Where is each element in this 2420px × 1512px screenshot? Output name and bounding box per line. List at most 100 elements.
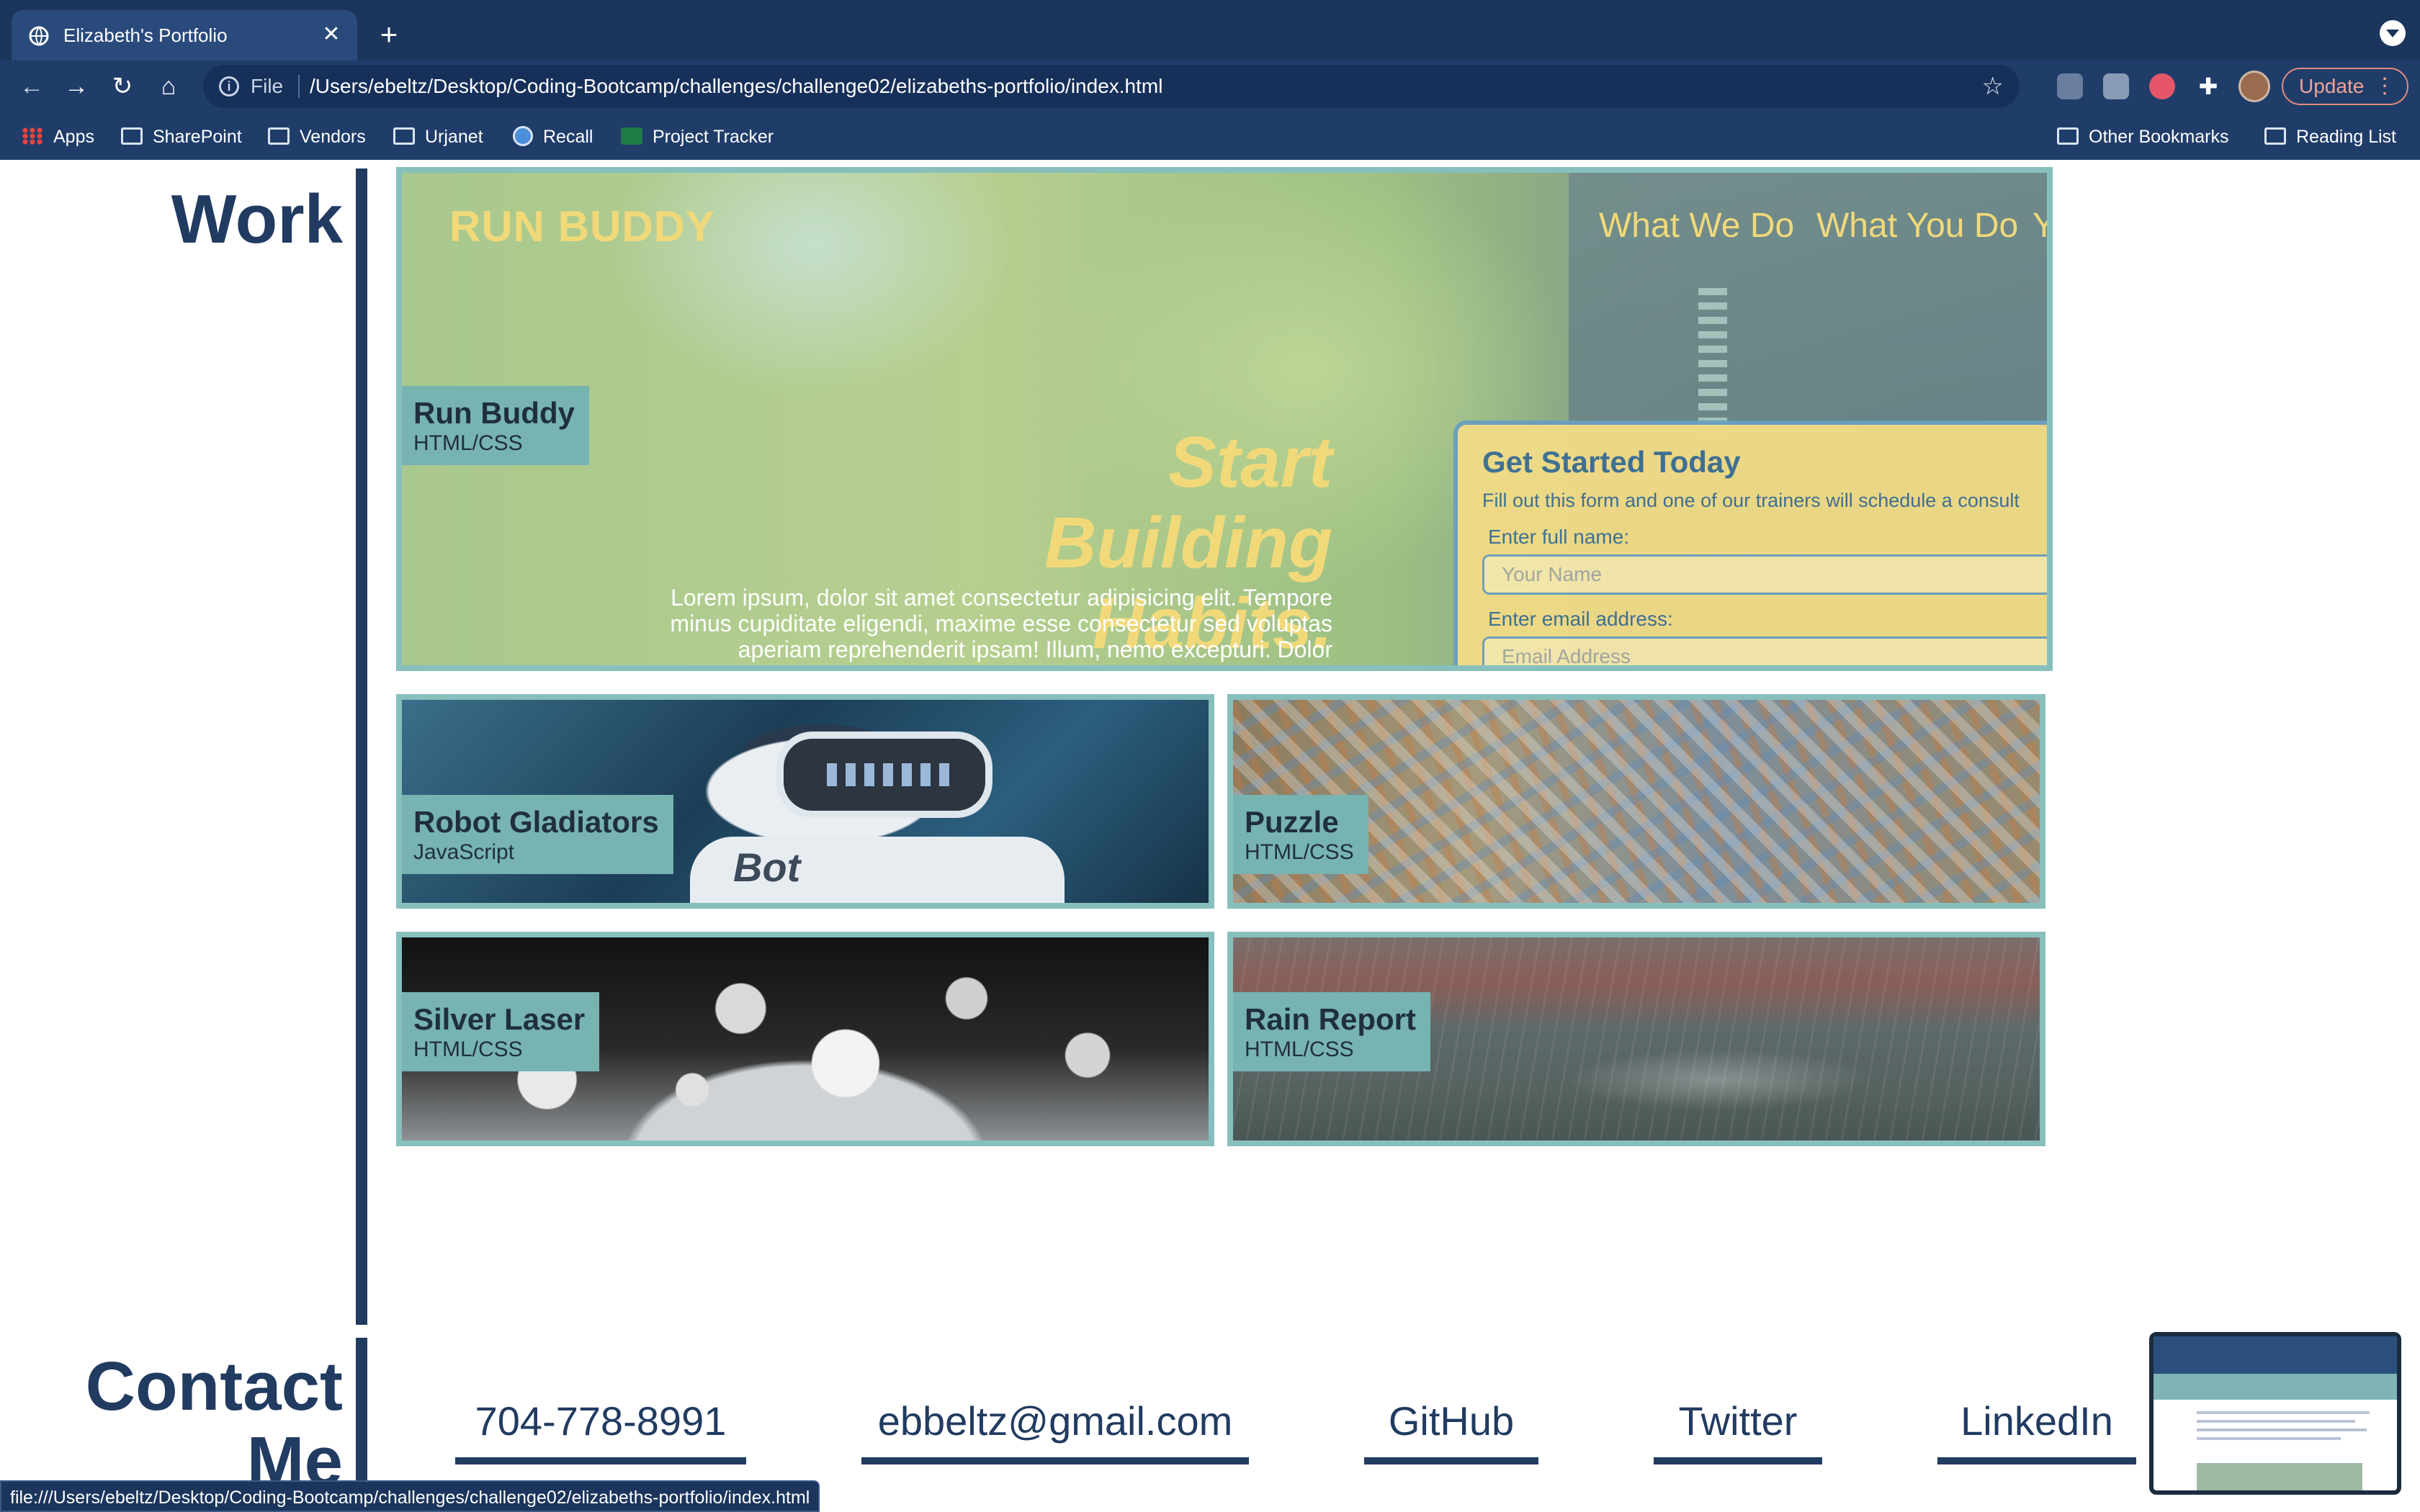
status-bar-url: file:///Users/ebeltz/Desktop/Coding-Boot… [0, 1480, 820, 1512]
project-tech: HTML/CSS [413, 1038, 523, 1061]
address-bar[interactable]: i File /Users/ebeltz/Desktop/Coding-Boot… [203, 65, 2020, 108]
excel-icon [621, 127, 642, 145]
bookmark-sharepoint[interactable]: SharePoint [121, 122, 242, 151]
portfolio-page: Work RUN BUDDY What We Do What You Do Y … [0, 160, 2420, 1512]
star-icon[interactable]: ☆ [1982, 72, 2004, 101]
recall-icon [513, 126, 533, 147]
bookmark-label: Urjanet [425, 127, 483, 147]
tab-title: Elizabeth's Portfolio [63, 24, 228, 46]
preview-name-label: Enter full name: [1488, 526, 1630, 548]
other-bookmarks[interactable]: Other Bookmarks [2057, 122, 2229, 151]
folder-icon [393, 127, 415, 145]
bookmark-recall[interactable]: Recall [513, 122, 593, 151]
close-icon[interactable]: ✕ [317, 20, 346, 49]
project-tech: HTML/CSS [1245, 1038, 1354, 1061]
project-card-puzzle[interactable]: Puzzle HTML/CSS [1227, 694, 2045, 909]
bookmark-label: Reading List [2296, 127, 2396, 147]
globe-icon [29, 26, 49, 46]
extension-icon[interactable] [2149, 73, 2175, 99]
preview-nav-link: What You Do [1816, 207, 2019, 245]
divider [298, 75, 300, 98]
bookmark-vendors[interactable]: Vendors [268, 122, 366, 151]
bookmarks-bar: Apps SharePoint Vendors Urjanet Recall P… [0, 112, 2420, 160]
info-icon[interactable]: i [219, 76, 239, 96]
update-button[interactable]: Update ⋮ [2282, 68, 2408, 105]
forward-arrow-icon[interactable]: → [60, 71, 92, 102]
reading-list[interactable]: Reading List [2264, 122, 2396, 151]
folder-icon [121, 127, 143, 145]
bookmark-label: SharePoint [153, 127, 242, 147]
tab-strip: Elizabeth's Portfolio ✕ + [0, 0, 2420, 60]
contact-heading: Contact Me [85, 1348, 343, 1500]
more-icon: ⋮ [2374, 74, 2396, 98]
navigation-bar: ← → ↻ ⌂ i File /Users/ebeltz/Desktop/Cod… [0, 60, 2420, 112]
phone-link[interactable]: 704-778-8991 [455, 1397, 746, 1464]
preview-signup-form: Get Started Today Fill out this form and… [1453, 420, 2047, 665]
preview-email-field: Email Address [1482, 636, 2047, 665]
bookmark-label: Apps [53, 127, 94, 147]
bookmark-label: Vendors [300, 127, 366, 147]
preview-nav-link: What We Do [1599, 207, 1795, 245]
project-label: Robot Gladiators JavaScript [402, 795, 673, 874]
github-link[interactable]: GitHub [1364, 1397, 1538, 1464]
robot-image-text: Bot [733, 845, 801, 890]
project-label: Rain Report HTML/CSS [1233, 992, 1431, 1071]
project-label: Run Buddy HTML/CSS [402, 386, 589, 465]
folder-icon [268, 127, 290, 145]
project-card-run-buddy[interactable]: RUN BUDDY What We Do What You Do Y Start… [396, 167, 2053, 671]
project-name: Run Buddy [413, 396, 575, 430]
robot-image [776, 732, 992, 818]
preview-nav-link: Y [2033, 206, 2047, 246]
linkedin-link[interactable]: LinkedIn [1937, 1397, 2136, 1464]
tab-portfolio[interactable]: Elizabeth's Portfolio ✕ [12, 10, 357, 60]
thumbnail-image [2197, 1463, 2362, 1490]
preview-form-subtitle: Fill out this form and one of our traine… [1482, 490, 2020, 511]
section-divider [356, 168, 367, 1325]
bookmark-project-tracker[interactable]: Project Tracker [621, 122, 774, 151]
project-tech: HTML/CSS [413, 431, 523, 455]
project-card-silver-laser[interactable]: Silver Laser HTML/CSS [396, 932, 1214, 1146]
puzzle-icon[interactable]: ✚ [2195, 73, 2221, 99]
thumbnail-line [2197, 1428, 2367, 1431]
email-link[interactable]: ebbeltz@gmail.com [861, 1397, 1249, 1464]
project-label: Silver Laser HTML/CSS [402, 992, 600, 1071]
thumbnail-line [2197, 1437, 2341, 1440]
bookmark-label: Recall [543, 127, 593, 147]
project-name: Silver Laser [413, 1002, 586, 1036]
project-label: Puzzle HTML/CSS [1233, 795, 1368, 874]
bookmark-urjanet[interactable]: Urjanet [393, 122, 483, 151]
project-name: Rain Report [1245, 1002, 1417, 1036]
avatar[interactable] [2238, 71, 2270, 102]
tab-search-button[interactable] [2380, 20, 2406, 46]
bookmark-apps[interactable]: Apps [22, 122, 94, 151]
preview-email-label: Enter email address: [1488, 608, 1673, 630]
thumbnail-line [2197, 1411, 2370, 1414]
extension-icon[interactable] [2103, 73, 2129, 99]
extension-icon[interactable] [2057, 73, 2083, 99]
apps-grid-icon [22, 127, 43, 145]
project-card-robot-gladiators[interactable]: Bot Robot Gladiators JavaScript [396, 694, 1214, 909]
thumbnail-header [2154, 1336, 2397, 1374]
url-scheme: File [251, 75, 284, 97]
preview-name-field: Your Name [1482, 554, 2047, 595]
work-heading: Work [171, 181, 343, 258]
preview-body-text: Lorem ipsum, dolor sit amet consectetur … [670, 585, 1332, 665]
project-card-rain-report[interactable]: Rain Report HTML/CSS [1227, 932, 2045, 1146]
project-name: Robot Gladiators [413, 805, 659, 839]
reload-icon[interactable]: ↻ [107, 71, 138, 102]
browser-chrome: Elizabeth's Portfolio ✕ + ← → ↻ ⌂ i File… [0, 0, 2420, 160]
bookmark-label: Project Tracker [653, 127, 774, 147]
thumbnail-line [2197, 1420, 2355, 1423]
project-tech: HTML/CSS [1245, 840, 1354, 864]
project-name: Puzzle [1245, 805, 1339, 839]
back-arrow-icon[interactable]: ← [16, 71, 48, 102]
preview-form-title: Get Started Today [1482, 445, 1741, 479]
update-label: Update [2299, 75, 2365, 97]
url-text[interactable]: /Users/ebeltz/Desktop/Coding-Bootcamp/ch… [310, 73, 1162, 99]
project-tech: JavaScript [413, 840, 515, 864]
twitter-link[interactable]: Twitter [1654, 1397, 1822, 1464]
folder-icon [2057, 127, 2079, 145]
home-icon[interactable]: ⌂ [153, 71, 184, 102]
window-preview-thumbnail[interactable] [2149, 1332, 2401, 1495]
new-tab-button[interactable]: + [372, 19, 406, 53]
